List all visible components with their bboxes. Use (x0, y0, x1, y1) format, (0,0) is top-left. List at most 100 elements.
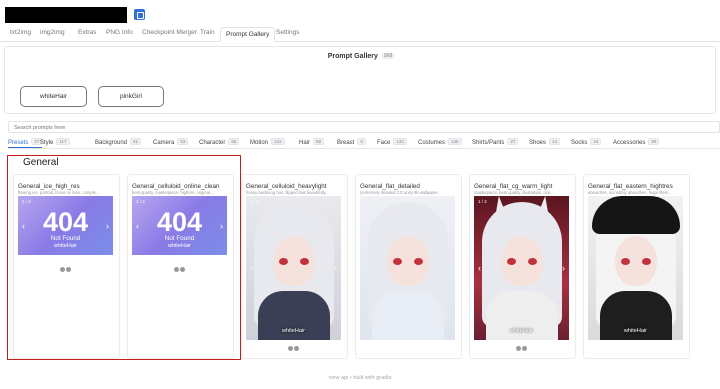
tab-train[interactable]: Train (200, 29, 215, 36)
artwork-eye (507, 258, 516, 265)
card-prompt-preview: best quality, masterpiece, highres, orig… (132, 190, 214, 195)
category-face[interactable]: Face 132 (377, 138, 407, 146)
image-dots[interactable] (174, 267, 185, 272)
category-count: 132 (393, 138, 407, 145)
search-input[interactable] (8, 121, 720, 133)
category-label: Background (95, 140, 128, 146)
image-dots[interactable] (516, 346, 527, 351)
card-title: General_celluloid_online_clean (132, 183, 220, 190)
prompt-card[interactable]: General_flat_eastern_hightres absurdres,… (583, 174, 690, 359)
card-prompt-preview: flowing ice, portrait, focus on face, co… (18, 190, 100, 195)
card-prompt-preview: masterpiece, best quality, illustration,… (474, 190, 554, 195)
prompt-card[interactable]: General_flat_cg_warm_light masterpiece, … (469, 174, 576, 359)
chevron-right-icon[interactable]: › (334, 263, 337, 273)
gallery-count-badge: 968 (381, 53, 395, 60)
tab-checkpoint-merger[interactable]: Checkpoint Merger (142, 29, 197, 36)
image-caption: whiteHair (54, 243, 77, 249)
artwork-body (372, 291, 444, 340)
category-count: 58 (313, 138, 325, 145)
prompt-card[interactable]: General_celluloid_online_clean best qual… (127, 174, 234, 359)
tab-txt2img[interactable]: txt2img (10, 29, 31, 36)
dot[interactable] (66, 267, 71, 272)
dot[interactable] (180, 267, 185, 272)
tab-prompt-gallery[interactable]: Prompt Gallery (220, 27, 276, 42)
dot[interactable] (174, 267, 179, 272)
panel-title: Prompt Gallery 968 (5, 53, 717, 60)
artwork-eye (528, 258, 537, 265)
image-pager: 1 / 2 (136, 199, 145, 204)
artwork-eye (621, 258, 630, 265)
chevron-left-icon[interactable]: ‹ (478, 263, 481, 273)
category-background[interactable]: Background 81 (95, 138, 142, 146)
tab-settings[interactable]: Settings (276, 29, 300, 36)
top-bar (0, 0, 720, 28)
category-count: 14 (549, 138, 561, 145)
category-camera[interactable]: Camera 63 (153, 138, 189, 146)
prompt-card[interactable]: General_celluloid_heavylight heavy backl… (241, 174, 348, 359)
dot[interactable] (60, 267, 65, 272)
dot[interactable] (288, 346, 293, 351)
image-dots[interactable] (60, 267, 71, 272)
tab-img2img[interactable]: img2img (40, 29, 65, 36)
artwork-eye (300, 258, 309, 265)
tab-png-info[interactable]: PNG Info (106, 29, 133, 36)
chevron-right-icon[interactable]: › (562, 263, 565, 273)
category-presets[interactable]: Presets 27 (8, 138, 43, 146)
card-image[interactable]: 1 / 2 ‹ › whiteHair (246, 196, 341, 340)
category-count: 18 (590, 138, 602, 145)
gallery-title: Prompt Gallery (327, 53, 378, 60)
chevron-left-icon[interactable]: ‹ (250, 263, 253, 273)
card-prompt-preview: (extremely detailed CG unity 8k wallpape… (360, 190, 441, 195)
image-pager: 1 / 2 (478, 199, 487, 204)
card-prompt-preview: absurdres, incredibly absurdres, huge fi… (588, 190, 672, 195)
category-count: 65 (228, 138, 240, 145)
artwork-eye (414, 258, 423, 265)
image-caption: whiteHair (282, 328, 305, 334)
category-label: Character (199, 140, 226, 146)
card-image[interactable]: 1 / 2 ‹ › whiteHair (474, 196, 569, 340)
group-title: General (23, 157, 59, 168)
category-label: Shoes (529, 140, 547, 146)
category-hair[interactable]: Hair 58 (299, 138, 325, 146)
image-caption: whiteHair (510, 328, 533, 334)
chip-whitehair[interactable]: whiteHair (20, 86, 87, 107)
artwork-bonnet (592, 196, 680, 234)
dot[interactable] (522, 346, 527, 351)
active-category-underline (8, 147, 42, 148)
card-title: General_flat_cg_warm_light (474, 183, 553, 190)
card-title: General_celluloid_heavylight (246, 183, 327, 190)
category-accessories[interactable]: Accessories 96 (613, 138, 660, 146)
dot[interactable] (516, 346, 521, 351)
category-label: Motion (250, 140, 269, 146)
category-count: 117 (56, 138, 70, 145)
category-character[interactable]: Character 65 (199, 138, 240, 146)
category-shirts-pants[interactable]: Shirts/Pants 27 (472, 138, 519, 146)
error-text: Not Found (50, 235, 81, 242)
category-breast[interactable]: Breast 8 (337, 138, 366, 146)
category-count: 135 (448, 138, 462, 145)
image-dots[interactable] (288, 346, 299, 351)
category-costumes[interactable]: Costumes 135 (418, 138, 462, 146)
category-count: 27 (507, 138, 519, 145)
artwork-eye (279, 258, 288, 265)
category-label: Socks (571, 140, 588, 146)
card-image[interactable] (360, 196, 455, 340)
tab-extras[interactable]: Extras (78, 29, 96, 36)
footer[interactable]: view api • built with gradio (0, 375, 720, 381)
chip-pinkgirl[interactable]: pinkGirl (98, 86, 164, 107)
category-socks[interactable]: Socks 18 (571, 138, 602, 146)
prompt-card[interactable]: General_ice_high_res flowing ice, portra… (13, 174, 120, 359)
dot[interactable] (294, 346, 299, 351)
category-count: 63 (177, 138, 189, 145)
window-icon[interactable] (134, 9, 145, 20)
category-label: Presets (8, 140, 29, 146)
card-image[interactable]: whiteHair (588, 196, 683, 340)
category-motion[interactable]: Motion 122 (250, 138, 285, 146)
category-shoes[interactable]: Shoes 14 (529, 138, 561, 146)
prompt-gallery-panel: Prompt Gallery 968 whiteHair pinkGirl (4, 46, 716, 114)
image-caption: whiteHair (168, 243, 191, 249)
prompt-card[interactable]: General_flat_detailed (extremely detaile… (355, 174, 462, 359)
card-image[interactable]: 1 / 2 ‹ › 404 Not Found whiteHair (132, 196, 227, 255)
card-image[interactable]: 1 / 2 ‹ › 404 Not Found whiteHair (18, 196, 113, 255)
category-style[interactable]: Style 117 (40, 138, 70, 146)
